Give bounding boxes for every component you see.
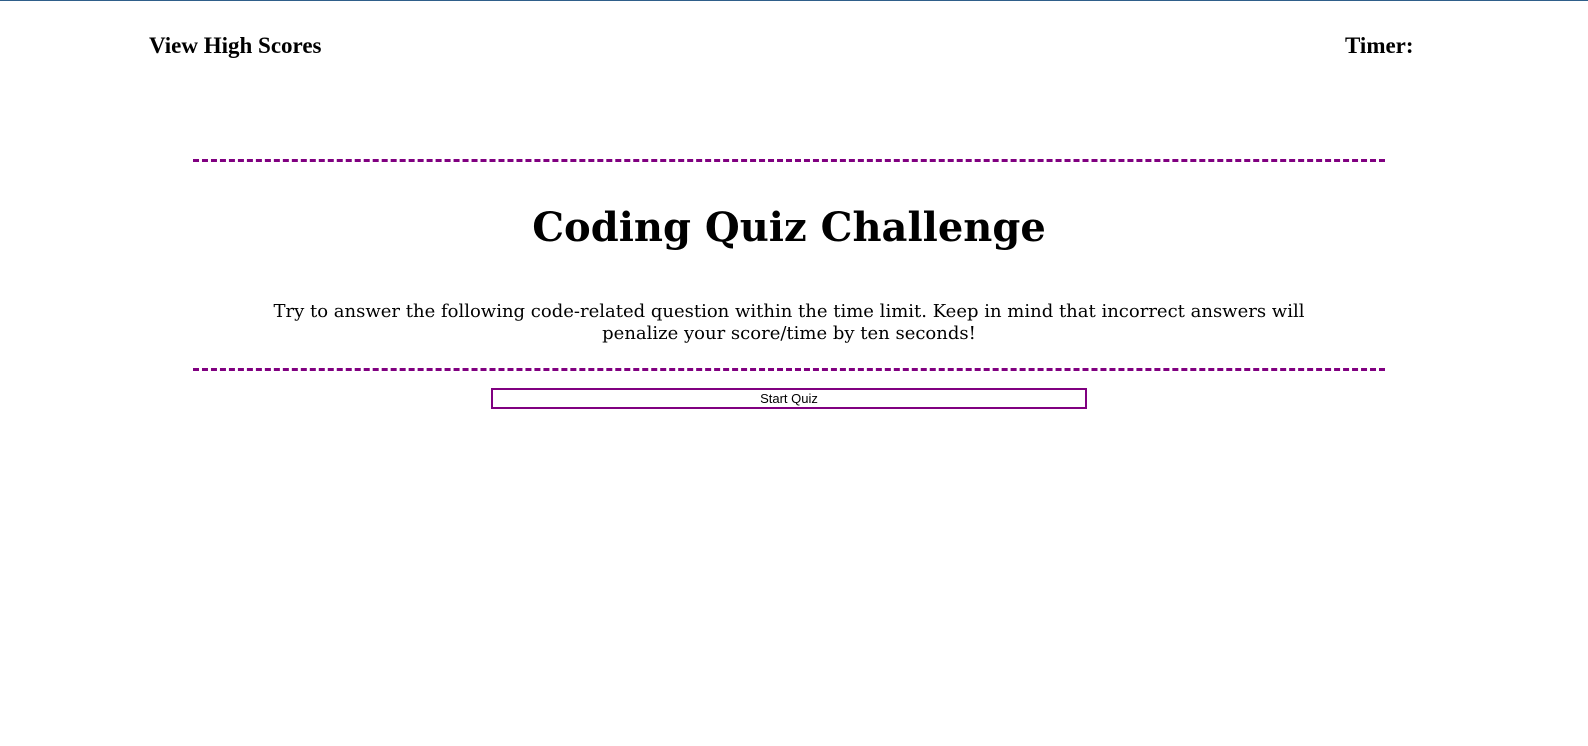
quiz-instructions: Try to answer the following code-related… <box>273 301 1305 344</box>
view-high-scores-link[interactable]: View High Scores <box>149 32 322 60</box>
top-border <box>0 0 1588 1</box>
timer-label: Timer: <box>1345 33 1414 58</box>
start-quiz-button[interactable]: Start Quiz <box>491 388 1087 409</box>
quiz-intro-card: Coding Quiz Challenge Try to answer the … <box>193 159 1385 371</box>
timer: Timer: <box>1345 32 1420 60</box>
page-title: Coding Quiz Challenge <box>532 204 1046 251</box>
